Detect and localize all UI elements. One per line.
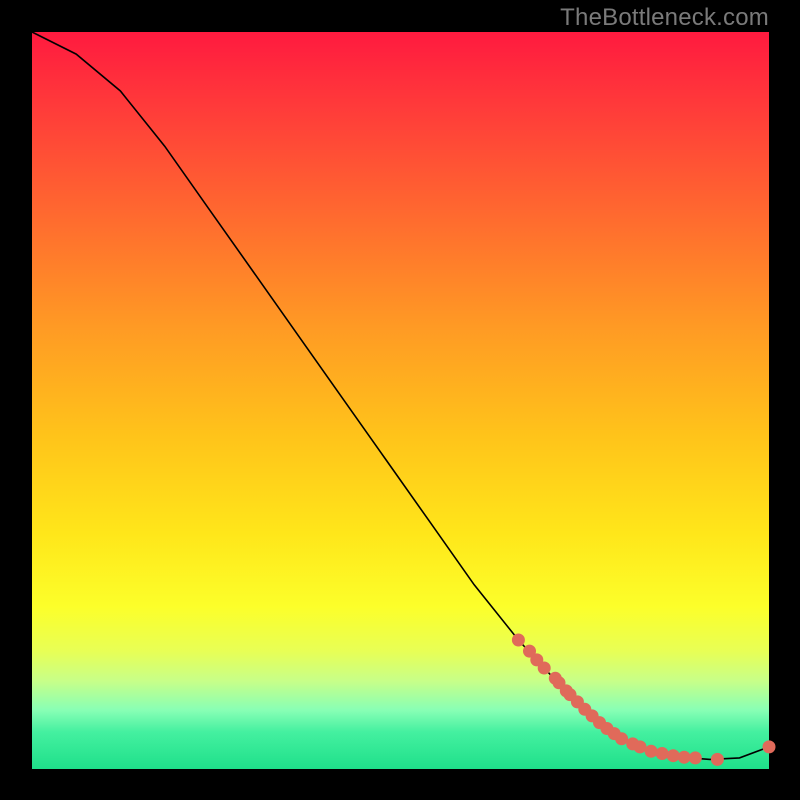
data-point [634,740,647,753]
data-markers [512,634,776,766]
data-point [667,749,680,762]
chart-svg [32,32,769,769]
data-point [538,662,551,675]
watermark-text: TheBottleneck.com [560,4,769,32]
data-point [763,740,776,753]
data-point [711,753,724,766]
plot-area [32,32,769,769]
data-point [615,732,628,745]
chart-frame: TheBottleneck.com [0,0,800,800]
data-point [512,634,525,647]
data-curve [32,32,769,759]
data-point [678,751,691,764]
data-point [689,751,702,764]
data-point [656,747,669,760]
data-point [645,745,658,758]
